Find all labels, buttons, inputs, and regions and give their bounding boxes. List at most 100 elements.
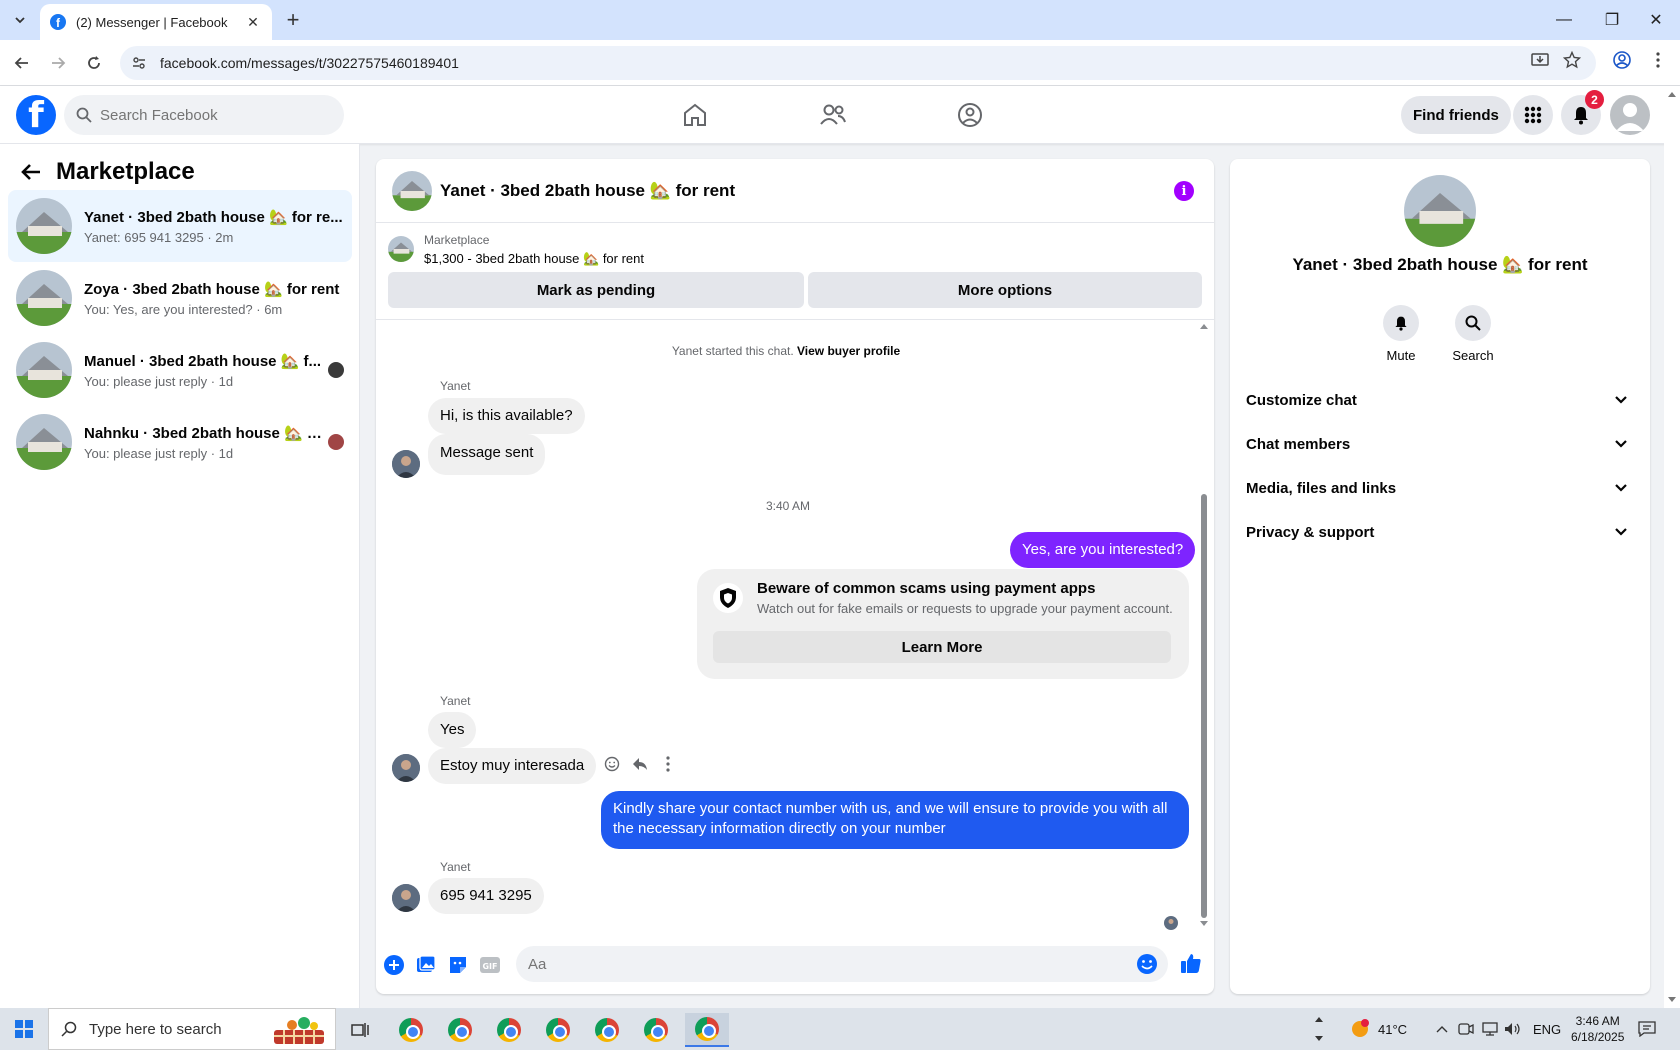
incoming-message[interactable]: Yes [428,712,477,748]
incoming-message[interactable]: Estoy muy interesada [428,748,597,784]
meet-now-icon[interactable] [1458,1008,1474,1050]
groups-nav-icon[interactable] [950,95,990,135]
chrome-taskbar-icon[interactable] [636,1013,676,1047]
action-center-icon[interactable] [1638,1008,1656,1050]
gif-icon[interactable]: GIF [479,954,501,976]
weather-widget[interactable]: 41°C [1350,1008,1407,1050]
facebook-header: f Find friends [0,86,1680,144]
tab-close-icon[interactable]: ✕ [244,14,262,31]
chat-thumbnail[interactable] [392,170,432,211]
language-indicator[interactable]: ENG [1533,1008,1561,1050]
find-friends-button[interactable]: Find friends [1401,96,1511,134]
sticker-icon[interactable] [447,954,469,976]
privacy-support-row[interactable]: Privacy & support [1246,512,1634,552]
menu-grid-icon[interactable] [1513,95,1553,135]
account-avatar[interactable] [1610,95,1650,135]
search-highlight-picnic-icon [270,1012,330,1046]
more-actions-icon[interactable] [658,754,678,774]
chrome-taskbar-icon[interactable] [391,1013,431,1047]
message-composer[interactable] [516,946,1168,982]
message-input[interactable] [528,955,1088,973]
volume-icon[interactable] [1504,1008,1522,1050]
incoming-message[interactable]: Hi, is this available? [428,398,585,434]
outgoing-message[interactable]: Kindly share your contact number with us… [601,791,1189,849]
tab-search-button[interactable] [8,8,32,32]
scroll-up-arrow-icon[interactable] [1199,322,1209,332]
install-app-icon[interactable] [1528,48,1552,72]
sender-name: Yanet [440,379,471,393]
conversation-avatar [1404,175,1476,247]
browser-toolbar: facebook.com/messages/t/3022757546018940… [0,40,1680,86]
chrome-taskbar-icon[interactable] [440,1013,480,1047]
address-bar[interactable]: facebook.com/messages/t/3022757546018940… [120,46,1596,80]
like-thumbs-up-icon[interactable] [1180,952,1202,974]
react-emoji-icon[interactable] [602,754,622,774]
seen-avatar [1164,916,1178,930]
reload-button[interactable] [82,51,106,75]
chrome-taskbar-icon[interactable] [538,1013,578,1047]
emoji-icon[interactable] [1136,953,1158,975]
profile-icon[interactable] [1610,48,1634,72]
facebook-search[interactable] [64,95,344,135]
back-arrow-icon[interactable] [20,162,42,182]
browser-tab[interactable]: f (2) Messenger | Facebook ✕ [40,4,272,40]
page-scrollbar[interactable] [1664,86,1680,1008]
show-hidden-icons-icon[interactable] [1436,1008,1448,1050]
scroll-down-arrow-icon[interactable] [1199,920,1209,930]
incoming-message[interactable]: 695 941 3295 [428,878,544,914]
site-info-icon[interactable] [132,56,146,70]
sender-avatar[interactable] [392,450,420,478]
browser-menu-icon[interactable] [1646,48,1670,72]
chrome-taskbar-icon-active[interactable] [685,1013,729,1047]
clock[interactable]: 3:46 AM 6/18/2025 [1571,1008,1624,1050]
close-window-button[interactable]: ✕ [1632,0,1680,40]
chat-members-row[interactable]: Chat members [1246,424,1634,464]
chrome-taskbar-icon[interactable] [587,1013,627,1047]
info-icon[interactable]: i [1174,181,1194,201]
more-options-button[interactable]: More options [808,272,1202,308]
network-icon[interactable] [1481,1008,1499,1050]
sender-name: Yanet [440,860,471,874]
photo-icon[interactable] [415,954,437,976]
conversation-preview: You: Yes, are you interested? · 6m [84,301,283,317]
notification-badge: 2 [1585,90,1604,109]
view-buyer-profile-link[interactable]: View buyer profile [797,344,900,358]
conversation-title: Manuel · 3bed 2bath house 🏡 f... [84,352,322,370]
back-button[interactable] [10,51,34,75]
sender-avatar[interactable] [392,884,420,912]
facebook-search-input[interactable] [100,106,320,124]
forward-button[interactable] [46,51,70,75]
minimize-button[interactable]: — [1540,0,1588,40]
learn-more-button[interactable]: Learn More [713,631,1171,663]
customize-chat-row[interactable]: Customize chat [1246,380,1634,420]
reply-icon[interactable] [630,754,650,774]
windows-start-icon[interactable] [0,1008,48,1050]
mark-pending-button[interactable]: Mark as pending [388,272,804,308]
listing-name[interactable]: $1,300 - 3bed 2bath house 🏡 for rent [424,251,644,267]
media-files-links-row[interactable]: Media, files and links [1246,468,1634,508]
bookmark-star-icon[interactable] [1560,48,1584,72]
friends-nav-icon[interactable] [813,95,853,135]
conversation-item[interactable]: Nahnku · 3bed 2bath house 🏡 f... You: pl… [8,406,352,478]
sender-avatar[interactable] [392,754,420,782]
conversation-item[interactable]: Yanet · 3bed 2bath house 🏡 for re... Yan… [8,190,352,262]
task-view-icon[interactable] [340,1013,380,1047]
conversation-item[interactable]: Manuel · 3bed 2bath house 🏡 f... You: pl… [8,334,352,406]
outgoing-message[interactable]: Yes, are you interested? [1010,532,1196,568]
add-attachment-icon[interactable] [383,954,405,976]
chat-start-text: Yanet started this chat. [671,344,794,358]
chat-scrollbar-thumb[interactable] [1201,494,1207,918]
tray-scroll-arrows-icon[interactable] [1314,1008,1324,1050]
mute-button[interactable]: Mute [1371,305,1431,363]
chrome-taskbar-icon[interactable] [489,1013,529,1047]
chat-title[interactable]: Yanet · 3bed 2bath house 🏡 for rent [440,181,735,201]
new-tab-button[interactable]: + [281,7,305,32]
search-conversation-button[interactable]: Search [1443,305,1503,363]
home-nav-icon[interactable] [675,95,715,135]
chevron-down-icon [1615,440,1627,448]
restore-button[interactable]: ❐ [1588,0,1636,40]
conversation-item[interactable]: Zoya · 3bed 2bath house 🏡 for rent You: … [8,262,352,334]
incoming-message[interactable]: Message sent [428,434,546,475]
scam-warning-subtitle: Watch out for fake emails or requests to… [757,601,1173,616]
facebook-logo-icon[interactable]: f [16,95,56,135]
